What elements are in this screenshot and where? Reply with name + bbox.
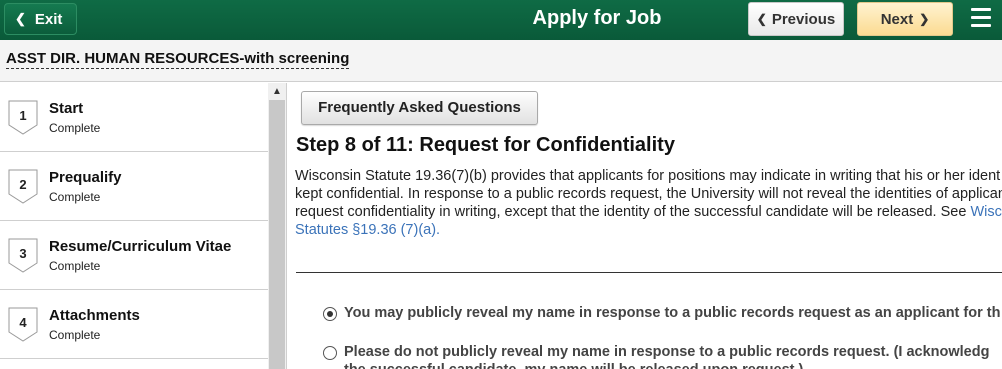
divider: [296, 272, 1002, 273]
radio-button[interactable]: [323, 346, 337, 360]
step-sidebar: 1 Start Complete 2 Prequalify Complete 3…: [0, 83, 286, 369]
scrollbar-thumb[interactable]: [269, 100, 285, 369]
next-label: Next: [880, 10, 914, 28]
hamburger-menu-icon[interactable]: [971, 8, 991, 28]
statute-line: Wisconsin Statute 19.36(7)(b) provides t…: [295, 168, 1001, 184]
divider: [286, 83, 287, 369]
next-button[interactable]: Next ❯: [857, 2, 953, 36]
option-label: Please do not publicly reveal my name in…: [344, 344, 990, 369]
chevron-left-icon: ❮: [756, 12, 767, 26]
exit-button[interactable]: ❮ Exit: [4, 3, 77, 35]
step-item-prequalify[interactable]: 2 Prequalify Complete: [0, 152, 268, 221]
step-badge-icon: 2: [8, 169, 38, 204]
step-name: Resume/Curriculum Vitae: [49, 238, 232, 255]
scroll-up-icon[interactable]: ▲: [272, 86, 282, 97]
exit-label: Exit: [34, 10, 63, 28]
step-badge-icon: 4: [8, 307, 38, 342]
job-title[interactable]: ASST DIR. HUMAN RESOURCES-with screening: [6, 50, 350, 69]
step-status: Complete: [49, 328, 101, 342]
step-status: Complete: [49, 190, 101, 204]
step-status: Complete: [49, 121, 101, 135]
radio-button-selected[interactable]: [323, 307, 337, 321]
step-name: Attachments: [49, 307, 140, 324]
statute-paragraph: Wisconsin Statute 19.36(7)(b) provides t…: [295, 167, 1002, 239]
faq-button[interactable]: Frequently Asked Questions: [301, 91, 538, 125]
statute-link[interactable]: Wisc: [970, 204, 1001, 220]
chevron-right-icon: ❯: [919, 12, 930, 26]
step-item-resume[interactable]: 3 Resume/Curriculum Vitae Complete: [0, 221, 268, 290]
statute-line: request confidentiality in writing, exce…: [295, 204, 1002, 220]
option-label: You may publicly reveal my name in respo…: [344, 305, 1001, 321]
step-item-attachments[interactable]: 4 Attachments Complete: [0, 290, 268, 359]
statute-link[interactable]: Statutes §19.36 (7)(a).: [295, 221, 1002, 239]
top-bar: ❮ Exit Apply for Job ❮ Previous Next ❯: [0, 0, 1002, 40]
page-title: Apply for Job: [532, 7, 662, 29]
step-name: Start: [49, 100, 84, 117]
step-badge-icon: 3: [8, 238, 38, 273]
step-name: Prequalify: [49, 169, 122, 186]
step-badge-icon: 1: [8, 100, 38, 135]
step-status: Complete: [49, 259, 101, 273]
chevron-left-icon: ❮: [15, 11, 26, 26]
job-header: ASST DIR. HUMAN RESOURCES-with screening: [0, 40, 1002, 82]
previous-button[interactable]: ❮ Previous: [748, 2, 844, 36]
step-heading: Step 8 of 11: Request for Confidentialit…: [296, 134, 675, 156]
previous-label: Previous: [771, 10, 836, 28]
step-item-start[interactable]: 1 Start Complete: [0, 83, 268, 152]
statute-line: kept confidential. In response to a publ…: [295, 186, 1002, 202]
